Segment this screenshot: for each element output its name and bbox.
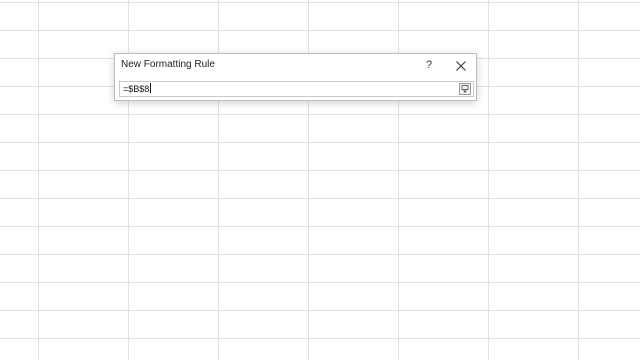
reference-input-value: =$B$8: [123, 84, 150, 94]
expand-dialog-button[interactable]: [459, 83, 471, 95]
dialog-titlebar[interactable]: New Formatting Rule ?: [115, 54, 476, 78]
help-button[interactable]: ?: [421, 57, 437, 73]
reference-edit-box[interactable]: =$B$8: [119, 81, 474, 97]
dialog-title: New Formatting Rule: [121, 59, 215, 70]
text-caret: [150, 83, 152, 93]
new-formatting-rule-dialog: New Formatting Rule ? =$B$8: [114, 53, 477, 101]
close-icon: [456, 61, 466, 71]
close-button[interactable]: [452, 57, 470, 75]
expand-dialog-icon: [461, 85, 469, 93]
reference-input[interactable]: =$B$8: [123, 83, 152, 95]
